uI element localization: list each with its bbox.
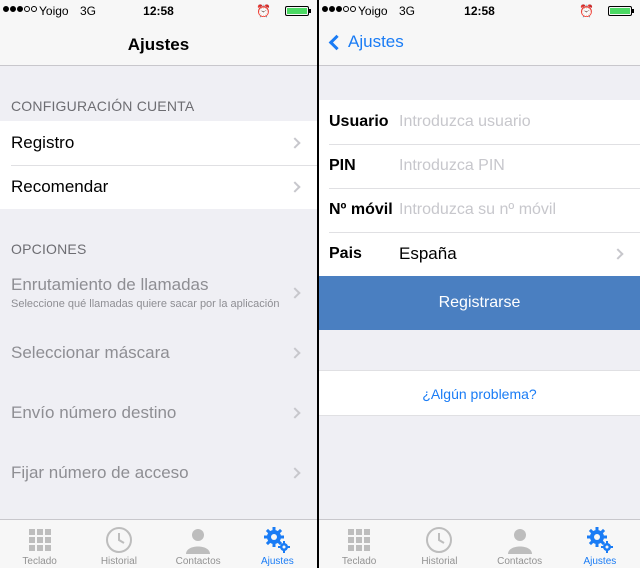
- tab-history[interactable]: Historial: [399, 520, 479, 568]
- tab-keypad[interactable]: Teclado: [319, 520, 399, 568]
- tab-bar: Teclado Historial Contactos Ajustes: [319, 519, 640, 568]
- username-input[interactable]: [399, 113, 599, 131]
- gears-icon: [264, 527, 291, 553]
- keypad-icon: [28, 529, 51, 551]
- back-button[interactable]: Ajustes: [327, 32, 404, 52]
- registration-form: Usuario PIN Nº móvil Pais España: [319, 100, 640, 276]
- mobile-row: Nº móvil: [319, 188, 640, 232]
- settings-screen: Yoigo 3G 12:58 ⏰ Ajustes CONFIGURACIÓN C…: [0, 0, 317, 568]
- row-label: Envío número destino: [11, 403, 177, 422]
- tab-bar: Teclado Historial Contactos Ajustes: [0, 519, 317, 568]
- tab-label: Historial: [421, 556, 458, 567]
- access-number-row[interactable]: Fijar número de acceso: [0, 443, 317, 503]
- tab-label: Ajustes: [583, 556, 617, 567]
- battery-icon: [608, 6, 634, 16]
- field-label: PIN: [329, 157, 356, 174]
- person-icon: [186, 529, 211, 554]
- tab-keypad[interactable]: Teclado: [0, 520, 79, 568]
- tab-settings[interactable]: Ajustes: [238, 520, 317, 568]
- registro-row[interactable]: Registro: [0, 121, 317, 165]
- back-label: Ajustes: [348, 32, 404, 51]
- field-label: Nº móvil: [329, 201, 393, 218]
- tab-history[interactable]: Historial: [79, 520, 158, 568]
- pin-row: PIN: [319, 144, 640, 188]
- username-row: Usuario: [319, 100, 640, 144]
- clock-icon: [426, 527, 453, 553]
- chevron-right-icon: [612, 248, 624, 260]
- pin-input[interactable]: [399, 157, 599, 175]
- person-icon: [507, 529, 532, 554]
- field-label: Pais: [329, 245, 362, 262]
- tab-settings[interactable]: Ajustes: [560, 520, 640, 568]
- row-label: Fijar número de acceso: [11, 463, 189, 482]
- battery-icon: [285, 6, 311, 16]
- tab-label: Teclado: [22, 556, 57, 567]
- gears-icon: [586, 527, 613, 553]
- send-destination-row[interactable]: Envío número destino: [0, 383, 317, 443]
- status-bar: Yoigo 3G 12:58 ⏰: [319, 0, 640, 22]
- row-label: Enrutamiento de llamadas: [11, 275, 209, 294]
- chevron-right-icon: [289, 137, 301, 149]
- account-group: Registro Recomendar: [0, 121, 317, 209]
- row-label: Seleccionar máscara: [11, 343, 170, 362]
- recomendar-row[interactable]: Recomendar: [0, 165, 317, 209]
- registration-screen: Yoigo 3G 12:58 ⏰ Ajustes Usuario PIN Nº …: [319, 0, 640, 568]
- chevron-left-icon: [328, 34, 345, 50]
- register-button[interactable]: Registrarse: [319, 276, 640, 330]
- options-section-header: OPCIONES: [11, 241, 87, 257]
- account-section-header: CONFIGURACIÓN CUENTA: [11, 98, 195, 114]
- tab-label: Contactos: [497, 556, 543, 567]
- clock-icon: [105, 527, 132, 553]
- field-label: Usuario: [329, 113, 389, 130]
- row-subtitle: Seleccione qué llamadas quiere sacar por…: [11, 298, 280, 310]
- alarm-icon: ⏰: [256, 4, 271, 18]
- country-row[interactable]: Pais España: [319, 232, 640, 276]
- tab-label: Historial: [100, 556, 137, 567]
- navigation-bar: Ajustes: [0, 22, 317, 66]
- page-title: Ajustes: [127, 35, 190, 54]
- chevron-right-icon: [289, 181, 301, 193]
- call-routing-row[interactable]: Enrutamiento de llamadas Seleccione qué …: [0, 263, 317, 323]
- tab-label: Contactos: [175, 556, 221, 567]
- tab-label: Teclado: [341, 556, 377, 567]
- alarm-icon: ⏰: [579, 4, 594, 18]
- keypad-icon: [348, 529, 371, 551]
- country-value: España: [399, 244, 457, 263]
- status-bar: Yoigo 3G 12:58 ⏰: [0, 0, 317, 22]
- row-label: Registro: [11, 133, 75, 152]
- options-group: Enrutamiento de llamadas Seleccione qué …: [0, 263, 317, 503]
- row-label: Recomendar: [11, 177, 109, 196]
- help-link[interactable]: ¿Algún problema?: [319, 370, 640, 416]
- select-mask-row[interactable]: Seleccionar máscara: [0, 323, 317, 383]
- navigation-bar: Ajustes: [319, 22, 640, 66]
- tab-contacts[interactable]: Contactos: [159, 520, 238, 568]
- tab-contacts[interactable]: Contactos: [480, 520, 560, 568]
- tab-label: Ajustes: [260, 556, 294, 567]
- mobile-input[interactable]: [399, 201, 599, 219]
